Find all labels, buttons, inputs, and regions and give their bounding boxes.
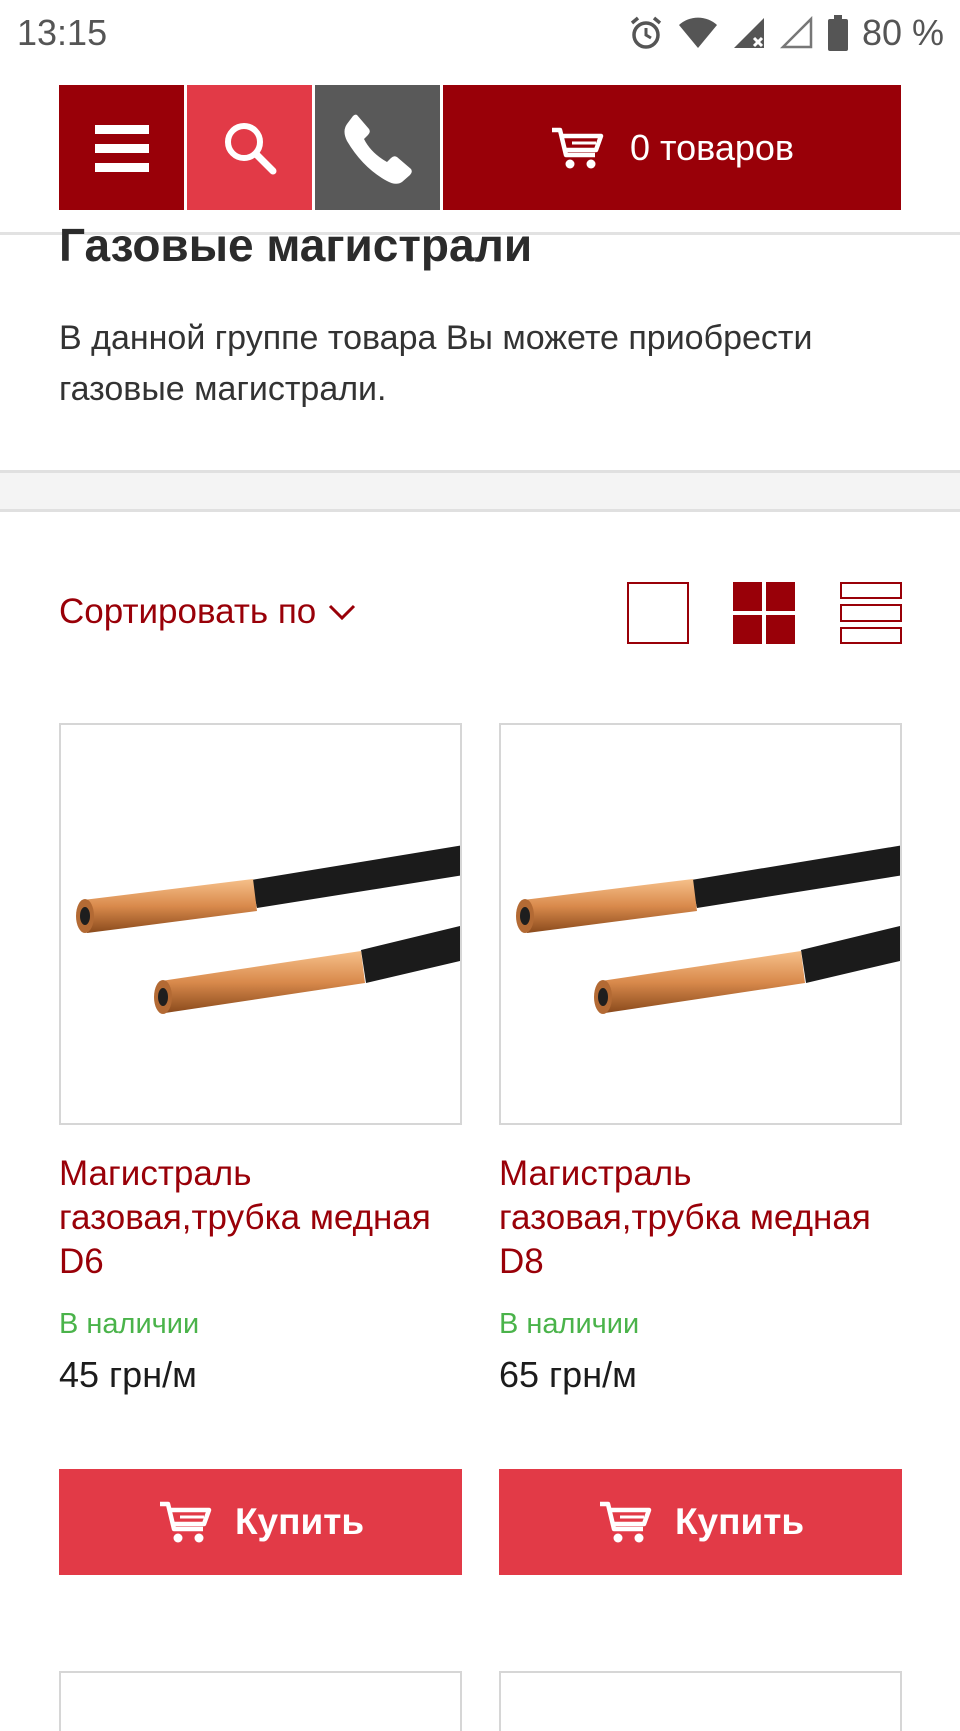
phone-button[interactable]: [315, 85, 440, 210]
page-title: Газовые магистрали: [59, 219, 533, 271]
site-header: 0 товаров: [59, 85, 901, 210]
status-icons: 80 %: [628, 10, 944, 56]
cart-button[interactable]: 0 товаров: [443, 85, 901, 210]
cart-icon: [159, 1501, 212, 1543]
product-name[interactable]: Магистраль газовая,трубка медная D8: [499, 1152, 902, 1284]
signal-icon: [733, 18, 764, 48]
phone-icon: [344, 114, 412, 184]
buy-button[interactable]: Купить: [59, 1469, 462, 1575]
wifi-icon: [678, 17, 717, 48]
battery-icon: [827, 15, 848, 51]
hamburger-icon: [94, 124, 149, 172]
chevron-down-icon: [329, 604, 356, 621]
product-name[interactable]: Магистраль газовая,трубка медная D6: [59, 1152, 462, 1284]
cart-count: 0 товаров: [629, 126, 795, 168]
grid-view-icon[interactable]: [733, 582, 795, 644]
status-time: 13:15: [17, 12, 108, 53]
stock-status: В наличии: [59, 1308, 200, 1340]
product-card-next: [499, 1671, 902, 1731]
signal-empty-icon: [779, 16, 813, 49]
menu-button[interactable]: [59, 85, 184, 210]
single-view-icon[interactable]: [627, 582, 689, 644]
product-image[interactable]: [59, 723, 462, 1125]
buy-button[interactable]: Купить: [499, 1469, 902, 1575]
category-description: В данной группе товара Вы можете приобре…: [59, 319, 813, 408]
status-bar: 13:15 80 %: [0, 0, 960, 66]
battery-percent: 80 %: [861, 12, 944, 53]
alarm-icon: [630, 16, 662, 49]
buy-label: Купить: [234, 1501, 365, 1542]
cart-icon: [599, 1501, 652, 1543]
buy-label: Купить: [674, 1501, 805, 1542]
stock-status: В наличии: [499, 1308, 640, 1340]
sort-label: Сортировать по: [59, 592, 317, 631]
product-card: Магистраль газовая,трубка медная D8 В на…: [499, 723, 902, 1575]
product-card-next: [59, 1671, 462, 1731]
section-divider: [0, 470, 960, 512]
sort-dropdown[interactable]: Сортировать по: [59, 592, 356, 632]
list-view-icon[interactable]: [840, 582, 902, 644]
product-card: Магистраль газовая,трубка медная D6 В на…: [59, 723, 462, 1575]
product-price: 65 грн/м: [499, 1354, 637, 1395]
product-price: 45 грн/м: [59, 1354, 197, 1395]
search-icon: [224, 122, 276, 174]
product-image[interactable]: [499, 723, 902, 1125]
cart-icon: [551, 127, 604, 168]
search-button[interactable]: [187, 85, 312, 210]
